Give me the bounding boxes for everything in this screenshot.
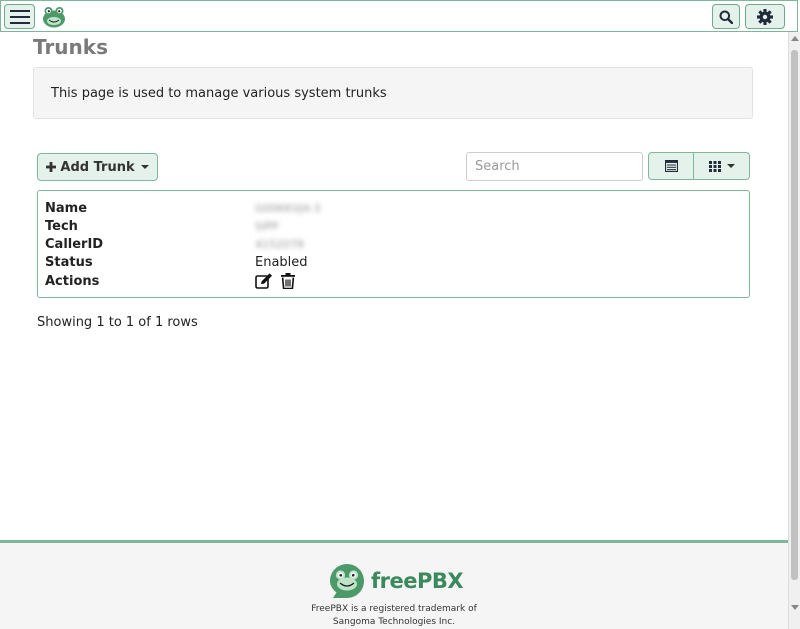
field-value-name: G00KKVJ4-3 [255,201,321,215]
field-label: Status [45,254,93,270]
trademark-line-2: Sangoma Technologies Inc. [332,617,456,627]
freepbx-frog-icon [330,564,364,598]
frog-logo-icon[interactable] [41,5,67,29]
actions-cell [255,273,299,289]
search-input[interactable] [466,152,643,181]
trunk-field-actions: Actions [45,272,299,290]
trademark-notice: FreePBX is a registered trademark of San… [0,603,788,629]
trunk-card: Name G00KKVJ4-3 Tech SIPP CallerID 41520… [37,190,750,298]
columns-dropdown-button[interactable] [694,152,750,180]
chevron-down-icon [726,164,735,168]
trash-icon[interactable] [281,273,296,289]
page-description-box: This page is used to manage various syst… [33,67,753,119]
add-trunk-button[interactable]: Add Trunk [37,153,158,181]
field-label: Tech [45,218,78,234]
view-options-group [648,152,750,180]
search-icon [719,10,733,24]
page-footer: freePBX FreePBX is a registered trademar… [0,540,788,629]
search-button[interactable] [712,4,740,29]
list-view-icon [664,160,678,172]
toggle-view-button[interactable] [648,152,694,180]
trademark-line-1: FreePBX is a registered trademark of [311,604,477,614]
field-value-status: Enabled [255,254,308,270]
grid-icon [708,160,721,172]
trunk-field-callerid: CallerID 4152078 [45,235,304,253]
trunk-field-name: Name G00KKVJ4-3 [45,199,321,217]
page-title: Trunks [33,35,108,59]
plus-icon [46,162,57,172]
scroll-down-arrow-icon[interactable] [791,605,799,611]
field-value-callerid: 4152078 [255,237,304,251]
field-label: Actions [45,273,100,289]
trunk-field-tech: Tech SIPP [45,217,279,235]
field-value-tech: SIPP [255,219,279,233]
scroll-up-arrow-icon[interactable] [791,35,799,41]
footer-brand: freePBX [371,569,464,593]
top-navbar [0,0,798,32]
freepbx-logo[interactable]: freePBX [328,562,468,600]
edit-icon[interactable] [255,273,273,289]
scrollbar-thumb[interactable] [791,50,798,580]
menu-toggle-button[interactable] [4,4,35,29]
field-label: CallerID [45,236,104,252]
hamburger-icon [9,9,30,24]
chevron-down-icon [140,165,149,169]
add-trunk-label: Add Trunk [60,159,135,175]
page-scrollbar[interactable] [788,32,800,629]
field-label: Name [45,200,88,216]
page-description: This page is used to manage various syst… [51,85,387,101]
pagination-summary: Showing 1 to 1 of 1 rows [37,315,198,330]
settings-button[interactable] [745,4,785,29]
gear-icon [757,8,773,25]
trunk-field-status: Status Enabled [45,253,308,271]
